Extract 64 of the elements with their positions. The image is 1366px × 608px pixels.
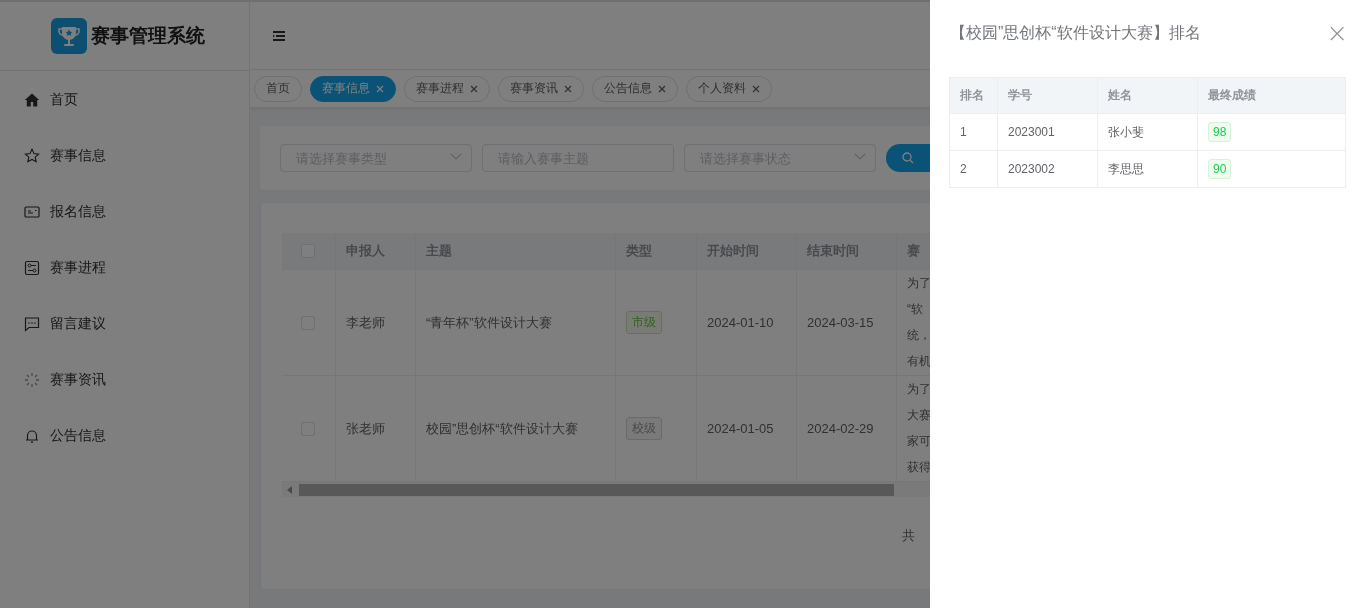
table-cell: 1 <box>960 125 967 139</box>
table-cell: 为了 <box>907 381 930 398</box>
home-icon <box>24 92 40 108</box>
table-cell: 张小斐 <box>1108 123 1144 141</box>
horizontal-scrollbar[interactable] <box>282 482 930 497</box>
close-icon[interactable] <box>470 84 478 93</box>
table-cell: 为了 <box>907 275 930 292</box>
chevron-down-icon <box>450 153 462 161</box>
spinner-icon <box>24 372 40 388</box>
star-icon <box>24 148 40 164</box>
type-tag: 市级 <box>626 311 662 334</box>
scroll-left-icon[interactable] <box>287 485 293 494</box>
sidebar-item[interactable]: 留言建议 <box>0 296 249 352</box>
close-icon[interactable] <box>752 84 760 93</box>
page-tab[interactable]: 公告信息 <box>592 75 678 102</box>
table-cell: 李老师 <box>346 313 385 332</box>
trophy-logo-icon <box>51 18 87 54</box>
column-header: 学号 <box>1008 87 1032 104</box>
table-cell: 获得 <box>907 459 930 476</box>
sidebar-item[interactable]: 报名信息 <box>0 184 249 240</box>
table-cell: 2024-01-05 <box>707 421 774 436</box>
table-cell: 2024-02-29 <box>807 421 874 436</box>
chevron-down-icon <box>854 153 866 161</box>
table-cell: 张老师 <box>346 419 385 438</box>
column-header: 姓名 <box>1108 87 1132 104</box>
table-cell: 校园”思创杯“软件设计大赛 <box>426 419 578 438</box>
column-header: 排名 <box>960 87 984 104</box>
table-cell: 统， <box>907 327 930 344</box>
table-cell: “青年杯”软件设计大赛 <box>426 313 552 332</box>
bell-icon <box>24 428 40 444</box>
search-button[interactable] <box>886 144 930 172</box>
close-icon[interactable] <box>658 84 666 93</box>
close-button[interactable]: × <box>1326 20 1348 46</box>
table-cell: 2 <box>960 162 967 176</box>
app-title: 赛事管理系统 <box>91 24 205 48</box>
column-header: 最终成绩 <box>1208 87 1256 104</box>
card-icon <box>24 204 40 220</box>
close-icon[interactable] <box>564 84 572 93</box>
score-tag: 98 <box>1208 122 1232 142</box>
sidebar-item[interactable]: 赛事信息 <box>0 128 249 184</box>
table-cell: 2023002 <box>1008 162 1055 176</box>
page-tab[interactable]: 个人资料 <box>686 75 772 102</box>
table-cell: 家可 <box>907 433 930 450</box>
page-tab[interactable]: 首页 <box>254 75 302 102</box>
sidebar-item[interactable]: 赛事进程 <box>0 240 249 296</box>
table-cell: 大赛 <box>907 407 930 424</box>
table-cell: 2023001 <box>1008 125 1055 139</box>
sidebar-item[interactable]: 公告信息 <box>0 408 249 464</box>
sidebar-item[interactable]: 首页 <box>0 72 249 128</box>
page-tab[interactable]: 赛事资讯 <box>498 75 584 102</box>
table-cell: 2024-03-15 <box>807 315 874 330</box>
score-tag: 90 <box>1208 159 1232 179</box>
table-cell: “软 <box>907 301 923 318</box>
chat-icon <box>24 316 40 332</box>
table-cell: 李思思 <box>1108 160 1144 178</box>
table-cell: 有机 <box>907 353 930 370</box>
pagination-total: 共 <box>902 528 915 543</box>
sliders-icon <box>24 260 40 276</box>
table-cell: 2024-01-10 <box>707 315 774 330</box>
menu-icon[interactable] <box>273 30 285 41</box>
sidebar-item[interactable]: 赛事资讯 <box>0 352 249 408</box>
page-tab[interactable]: 赛事进程 <box>404 75 490 102</box>
drawer-title: 【校园”思创杯“软件设计大赛】排名 <box>950 22 1201 43</box>
search-icon <box>902 152 914 164</box>
